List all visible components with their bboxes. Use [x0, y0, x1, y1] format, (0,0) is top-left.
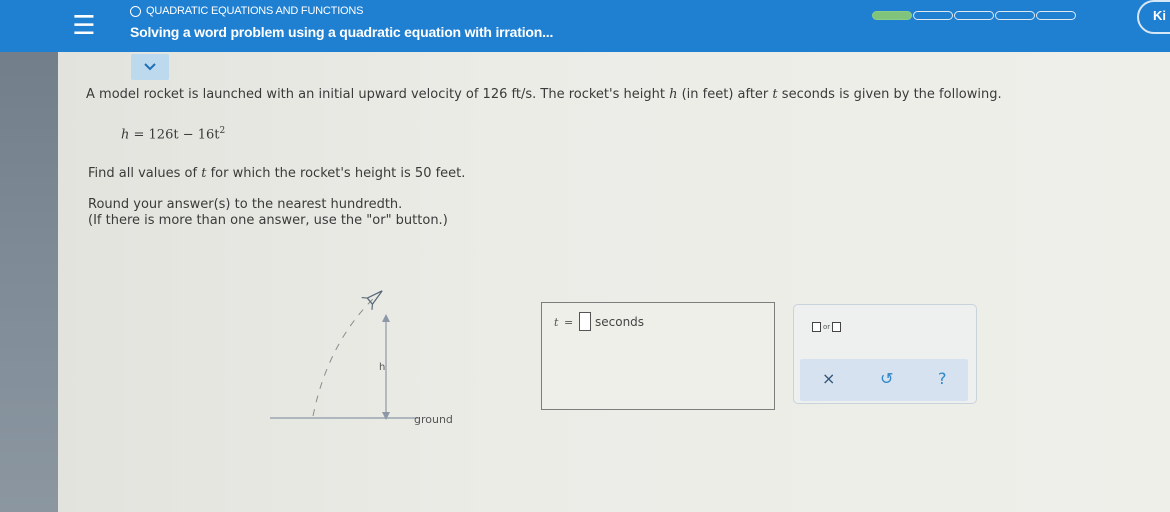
left-background-strip: [0, 0, 58, 512]
intro-text-c: (in feet) after: [681, 87, 769, 102]
answer-box: t = seconds: [541, 302, 775, 410]
content-area: [58, 52, 1170, 512]
answer-input[interactable]: [579, 312, 591, 331]
progress-bar: [872, 11, 1076, 20]
height-arrow-head-bottom: [382, 412, 390, 420]
formula-exponent: 2: [219, 126, 226, 136]
intro-text-d: seconds is given by the following.: [781, 87, 1002, 102]
progress-segment: [913, 11, 953, 20]
answer-equals: =: [564, 316, 574, 329]
find-text-a: Find all values of: [88, 166, 198, 181]
clear-button[interactable]: ×: [822, 369, 835, 388]
progress-segment: [954, 11, 994, 20]
formula-rhs: = 126t − 16t: [129, 127, 220, 143]
problem-intro: A model rocket is launched with an initi…: [86, 87, 1002, 102]
height-arrow-head-top: [382, 314, 390, 322]
rocket-icon: [361, 290, 383, 310]
var-h: h: [669, 87, 678, 102]
round-line-1: Round your answer(s) to the nearest hund…: [88, 197, 403, 212]
progress-segment: [1036, 11, 1076, 20]
var-t: t: [772, 87, 778, 102]
lesson-title: Solving a word problem using a quadratic…: [130, 24, 554, 40]
find-instruction: Find all values of t for which the rocke…: [88, 166, 465, 181]
help-button[interactable]: ?: [938, 369, 947, 388]
round-line-2: (If there is more than one answer, use t…: [88, 213, 448, 228]
trajectory-path: [312, 295, 377, 417]
height-label: h: [379, 362, 385, 373]
profile-button[interactable]: Ki: [1137, 0, 1170, 34]
tool-action-bar: × ↺ ?: [800, 359, 968, 401]
ground-label: ground: [414, 413, 453, 426]
or-button[interactable]: or: [812, 322, 842, 332]
intro-unit: ft/s: [511, 87, 533, 102]
rocket-diagram: h ground: [270, 290, 453, 426]
formula: h = 126t − 16t2: [121, 126, 225, 142]
undo-button[interactable]: ↺: [880, 369, 893, 388]
or-box-right-icon: [832, 322, 842, 332]
intro-text-b: . The rocket's height: [532, 87, 665, 102]
tool-panel: or × ↺ ?: [793, 304, 977, 404]
answer-unit: seconds: [595, 315, 645, 329]
progress-segment-filled: [872, 11, 912, 20]
intro-text-a: A model rocket is launched with an initi…: [86, 87, 508, 102]
topic-circle-icon: [130, 5, 141, 17]
topic-label: QUADRATIC EQUATIONS AND FUNCTIONS: [146, 5, 364, 17]
answer-variable: t: [554, 316, 559, 329]
topic-row: QUADRATIC EQUATIONS AND FUNCTIONS: [130, 5, 363, 17]
or-box-left-icon: [812, 322, 821, 332]
chevron-down-icon[interactable]: [131, 54, 169, 80]
or-label: or: [823, 323, 831, 331]
find-var: t: [201, 166, 207, 181]
hamburger-menu-icon[interactable]: ☰: [60, 6, 108, 46]
progress-segment: [995, 11, 1035, 20]
find-text-b: for which the rocket's height is 50 feet…: [210, 166, 466, 181]
